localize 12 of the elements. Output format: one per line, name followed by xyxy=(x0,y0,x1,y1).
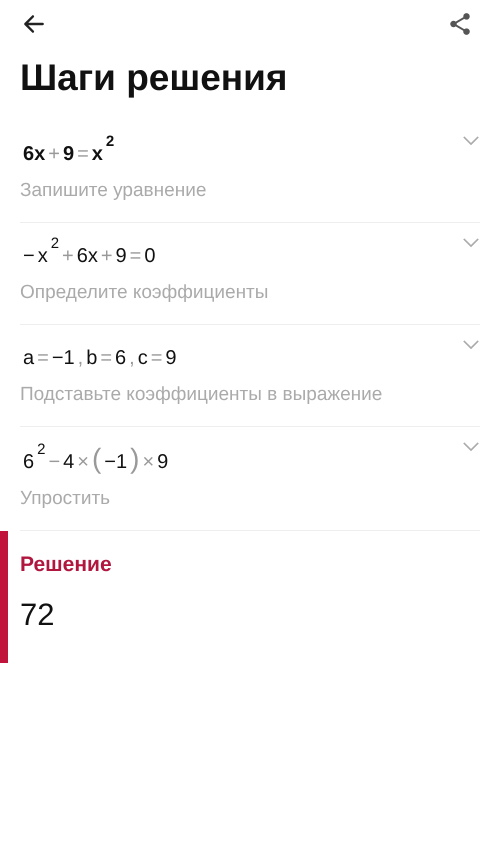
chevron-icon[interactable] xyxy=(462,441,480,452)
solution-label: Решение xyxy=(20,553,112,577)
step-description: Определите коэффициенты xyxy=(20,282,270,304)
step-description: Подставьте коэффициенты в выражение xyxy=(20,384,384,406)
math-expression: a=−1,b=6,c=9 xyxy=(22,346,176,370)
step-description: Запишите уравнение xyxy=(20,180,208,202)
solution-value: 72 xyxy=(20,597,56,633)
step-description: Упростить xyxy=(20,488,112,510)
chevron-icon[interactable] xyxy=(462,135,480,146)
page-title: Шаги решения xyxy=(20,57,288,99)
chevron-icon[interactable] xyxy=(462,339,480,350)
chevron-icon[interactable] xyxy=(462,237,480,248)
